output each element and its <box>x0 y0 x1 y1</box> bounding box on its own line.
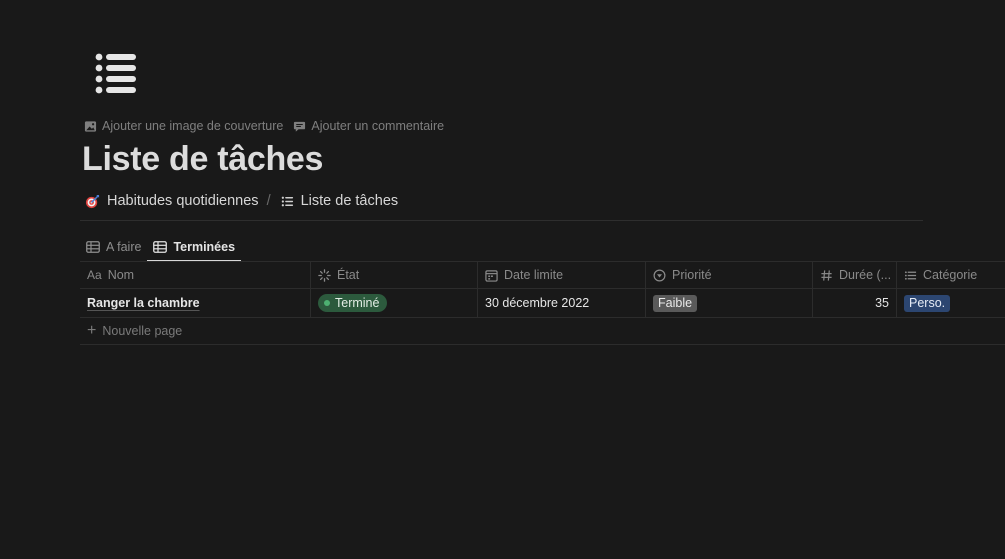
column-label: État <box>337 268 360 282</box>
cell-priorite[interactable]: Faible <box>646 289 813 317</box>
select-circle-icon <box>653 269 666 281</box>
column-label: Date limite <box>504 268 564 282</box>
column-header-priorite[interactable]: Priorité <box>646 262 813 288</box>
add-cover-button[interactable]: Ajouter une image de couverture <box>84 119 283 133</box>
calendar-icon <box>485 269 498 282</box>
list-icon <box>281 196 293 206</box>
column-label: Nom <box>107 268 135 282</box>
status-dot-icon <box>324 300 330 306</box>
column-header-nom[interactable]: Aa Nom <box>80 262 311 288</box>
tab-label: Terminées <box>173 240 236 254</box>
row-title[interactable]: Ranger la chambre <box>87 296 200 310</box>
column-header-etat[interactable]: État <box>311 262 478 288</box>
column-header-categorie[interactable]: Catégorie <box>897 262 1005 288</box>
image-icon <box>84 120 97 132</box>
column-label: Catégorie <box>923 268 978 282</box>
tab-label: A faire <box>106 240 142 254</box>
breadcrumb-parent-label: Habitudes quotidiennes <box>107 193 259 209</box>
page-actions: Ajouter une image de couverture Ajouter … <box>84 117 444 135</box>
column-header-date[interactable]: Date limite <box>478 262 646 288</box>
breadcrumb-current[interactable]: Liste de tâches <box>281 193 399 209</box>
cell-nom[interactable]: Ranger la chambre <box>80 289 311 317</box>
plus-icon: + <box>87 322 97 339</box>
new-page-button[interactable]: + Nouvelle page <box>80 318 1005 345</box>
column-label: Priorité <box>672 268 712 282</box>
new-page-label: Nouvelle page <box>102 324 183 338</box>
add-comment-button[interactable]: Ajouter un commentaire <box>293 119 444 133</box>
column-header-duree[interactable]: Durée (... <box>813 262 897 288</box>
hash-icon <box>821 269 832 281</box>
column-label: Durée (... <box>839 268 892 282</box>
cell-date[interactable]: 30 décembre 2022 <box>478 289 646 317</box>
divider <box>80 220 923 221</box>
table-row[interactable]: Ranger la chambre Terminé 30 décembre 20… <box>80 289 1005 318</box>
breadcrumb: Habitudes quotidiennes / Liste de tâches <box>85 191 398 211</box>
bulleted-list-icon[interactable] <box>92 50 140 98</box>
breadcrumb-parent[interactable]: Habitudes quotidiennes <box>85 193 259 209</box>
priority-tag: Faible <box>653 294 698 312</box>
table-header: Aa Nom État Date limite Priorité Durée (… <box>80 261 1005 289</box>
view-tabs: A faire Terminées <box>80 232 241 262</box>
target-dart-icon <box>85 194 100 208</box>
cell-categorie[interactable]: Perso. <box>897 289 1005 317</box>
comment-icon <box>294 121 306 132</box>
table-icon <box>86 241 100 253</box>
date-value: 30 décembre 2022 <box>485 296 590 310</box>
breadcrumb-separator: / <box>266 193 271 209</box>
category-tag: Perso. <box>904 294 951 312</box>
cell-etat[interactable]: Terminé <box>311 289 478 317</box>
cell-duree[interactable]: 35 <box>813 289 897 317</box>
table-icon <box>153 241 168 253</box>
status-spinner-icon <box>318 268 331 282</box>
database-table: Aa Nom État Date limite Priorité Durée (… <box>80 261 1005 345</box>
tab-a-faire[interactable]: A faire <box>80 232 147 262</box>
tab-terminees[interactable]: Terminées <box>147 232 241 262</box>
add-comment-label: Ajouter un commentaire <box>311 119 445 133</box>
page-title[interactable]: Liste de tâches <box>82 140 323 179</box>
status-label: Terminé <box>335 296 380 310</box>
breadcrumb-current-label: Liste de tâches <box>300 193 399 209</box>
status-badge: Terminé <box>318 294 388 312</box>
add-cover-label: Ajouter une image de couverture <box>102 119 284 133</box>
text-type-icon: Aa <box>87 268 102 282</box>
duration-value: 35 <box>875 296 889 310</box>
multi-select-list-icon <box>904 270 917 280</box>
